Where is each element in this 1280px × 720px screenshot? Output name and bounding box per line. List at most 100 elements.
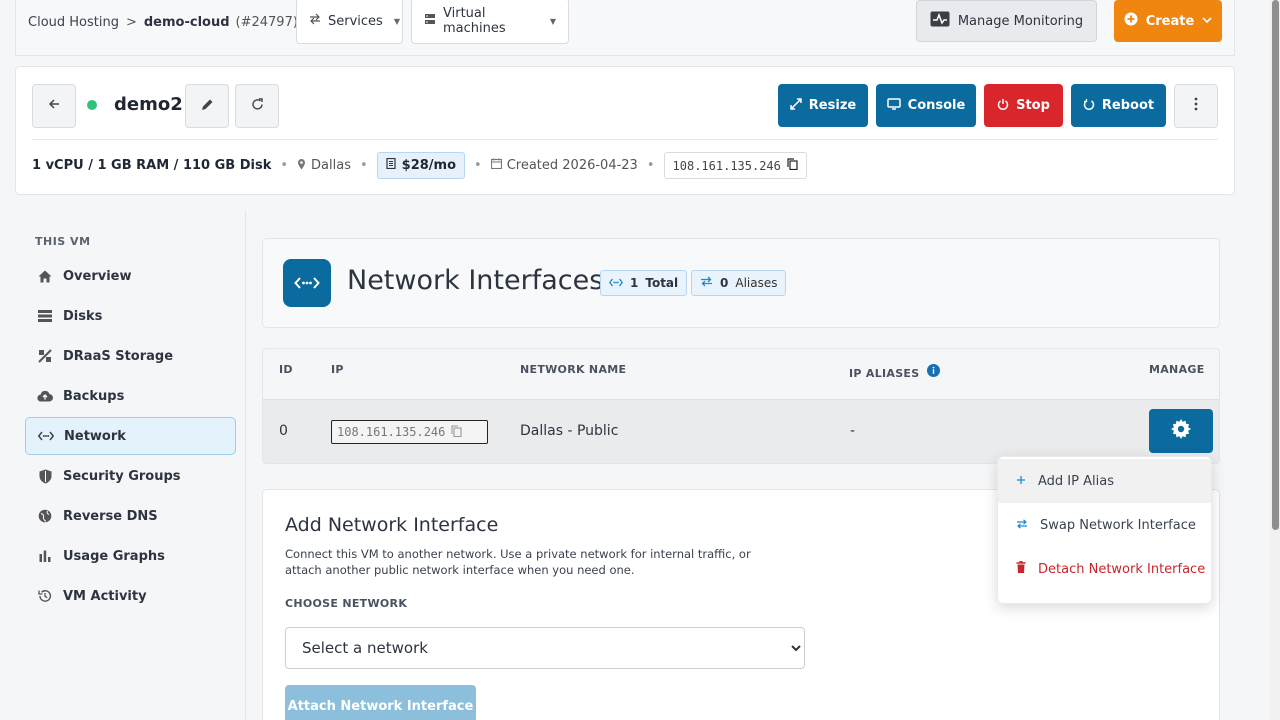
copy-icon[interactable] — [787, 158, 798, 173]
console-label: Console — [907, 98, 966, 113]
kebab-menu-icon — [1194, 97, 1198, 115]
manage-dropdown-menu: Add IP Alias Swap Network Interface Deta… — [997, 456, 1212, 604]
breadcrumb: Cloud Hosting > demo-cloud (#24797) — [28, 15, 298, 30]
row-network-name: Dallas - Public — [520, 423, 619, 439]
vm-name: demo2 — [114, 94, 183, 115]
vm-ip: 108.161.135.246 — [672, 158, 781, 173]
services-dropdown[interactable]: Services ▼ — [296, 0, 403, 44]
sidebar-item-draas-storage[interactable]: DRaaS Storage — [25, 337, 236, 375]
sidebar-item-overview[interactable]: Overview — [25, 257, 236, 295]
sidebar-item-disks[interactable]: Disks — [25, 297, 236, 335]
network-select[interactable]: Select a network — [285, 627, 805, 669]
status-indicator — [87, 100, 97, 110]
menu-item-add-ip-alias[interactable]: Add IP Alias — [998, 459, 1211, 503]
vm-resources: 1 vCPU / 1 GB RAM / 110 GB Disk — [32, 158, 272, 173]
sidebar-title: THIS VM — [35, 235, 91, 248]
console-button[interactable]: Console — [876, 84, 976, 127]
sidebar-item-label: DRaaS Storage — [63, 348, 174, 364]
refresh-button[interactable] — [235, 84, 279, 128]
stop-label: Stop — [1016, 98, 1050, 113]
home-icon — [37, 268, 53, 284]
disks-icon — [37, 308, 53, 324]
total-count: 1 — [630, 276, 639, 290]
column-header-network: NETWORK NAME — [520, 363, 627, 376]
swap-icon — [1016, 518, 1028, 533]
menu-item-detach-interface[interactable]: Detach Network Interface — [998, 547, 1211, 591]
sidebar-item-network[interactable]: Network — [25, 417, 236, 455]
row-id: 0 — [279, 423, 288, 439]
reboot-icon — [1083, 98, 1095, 114]
reboot-label: Reboot — [1101, 98, 1155, 113]
shield-icon — [37, 468, 53, 484]
manage-gear-button[interactable] — [1149, 409, 1213, 453]
price-badge: $28/mo — [376, 152, 466, 179]
sidebar-item-label: Usage Graphs — [63, 548, 165, 564]
row-aliases: - — [850, 423, 856, 439]
separator-dot: • — [474, 158, 482, 173]
refresh-icon — [251, 97, 264, 115]
breadcrumb-project-id: (#24797) — [235, 15, 298, 30]
sidebar-item-vm-activity[interactable]: VM Activity — [25, 577, 236, 615]
page-scrollbar-thumb[interactable] — [1272, 0, 1279, 530]
info-icon[interactable] — [927, 363, 941, 380]
more-actions-button[interactable] — [1174, 84, 1218, 128]
add-interface-title: Add Network Interface — [285, 514, 499, 536]
back-button[interactable] — [32, 84, 76, 128]
vm-header-card: demo2 Resize Console Stop Reboot 1 vCPU … — [15, 66, 1235, 195]
server-icon — [424, 13, 436, 29]
column-header-id: ID — [279, 363, 293, 376]
resize-label: Resize — [808, 98, 857, 113]
interfaces-table: ID IP NETWORK NAME IP ALIASES MANAGE 0 1… — [262, 348, 1220, 464]
sidebar-item-backups[interactable]: Backups — [25, 377, 236, 415]
choose-network-label: CHOOSE NETWORK — [285, 597, 408, 610]
menu-item-swap-interface[interactable]: Swap Network Interface — [998, 503, 1211, 547]
breadcrumb-separator: > — [125, 15, 137, 30]
plus-circle-icon — [1124, 12, 1138, 30]
globe-icon — [37, 508, 53, 524]
sidebar-item-label: Network — [64, 428, 126, 444]
edit-name-button[interactable] — [185, 84, 229, 128]
monitor-pulse-icon — [930, 11, 950, 31]
plus-icon — [1016, 474, 1026, 489]
row-ip-field[interactable]: 108.161.135.246 — [331, 420, 488, 444]
total-badge: 1 Total — [600, 270, 688, 296]
vm-ip-box[interactable]: 108.161.135.246 — [663, 152, 807, 179]
sidebar-item-reverse-dns[interactable]: Reverse DNS — [25, 497, 236, 535]
vms-label: Virtual machines — [443, 6, 506, 36]
top-bar: Cloud Hosting > demo-cloud (#24797) Service… — [15, 0, 1235, 56]
manage-monitoring-button[interactable]: Manage Monitoring — [916, 0, 1097, 42]
network-icon — [608, 276, 624, 290]
create-button[interactable]: Create — [1114, 0, 1222, 42]
create-label: Create — [1145, 13, 1195, 29]
vms-dropdown[interactable]: Virtual machines ▼ — [411, 0, 569, 44]
reboot-button[interactable]: Reboot — [1071, 84, 1166, 127]
copy-icon[interactable] — [451, 424, 462, 440]
breadcrumb-root[interactable]: Cloud Hosting — [28, 15, 119, 30]
chevron-down-icon — [1202, 14, 1212, 29]
attach-interface-button[interactable]: Attach Network Interface — [285, 685, 476, 720]
gear-icon — [1171, 419, 1191, 443]
page-title: Network Interfaces — [347, 265, 604, 296]
sidebar-item-usage-graphs[interactable]: Usage Graphs — [25, 537, 236, 575]
breadcrumb-project[interactable]: demo-cloud — [144, 15, 230, 30]
sidebar-item-security-groups[interactable]: Security Groups — [25, 457, 236, 495]
column-header-aliases-label: IP ALIASES — [849, 367, 920, 380]
expand-icon — [790, 97, 802, 114]
network-icon — [38, 428, 54, 444]
sidebar-item-label: Reverse DNS — [63, 508, 158, 524]
monitor-icon — [886, 97, 901, 114]
vm-location: Dallas — [311, 158, 351, 173]
aliases-badge: 0 Aliases — [691, 270, 787, 296]
add-interface-description: Connect this VM to another network. Use … — [285, 547, 751, 577]
sidebar-item-label: VM Activity — [63, 588, 147, 604]
stop-button[interactable]: Stop — [984, 84, 1063, 127]
calendar-icon — [490, 158, 502, 173]
aliases-count: 0 — [720, 276, 729, 290]
swap-icon — [309, 13, 321, 29]
column-header-ip: IP — [331, 363, 344, 376]
sidebar-item-label: Backups — [63, 388, 125, 404]
pencil-icon — [201, 98, 214, 115]
manage-monitoring-label: Manage Monitoring — [957, 13, 1084, 29]
resize-button[interactable]: Resize — [778, 84, 868, 127]
cloud-upload-icon — [37, 388, 53, 404]
